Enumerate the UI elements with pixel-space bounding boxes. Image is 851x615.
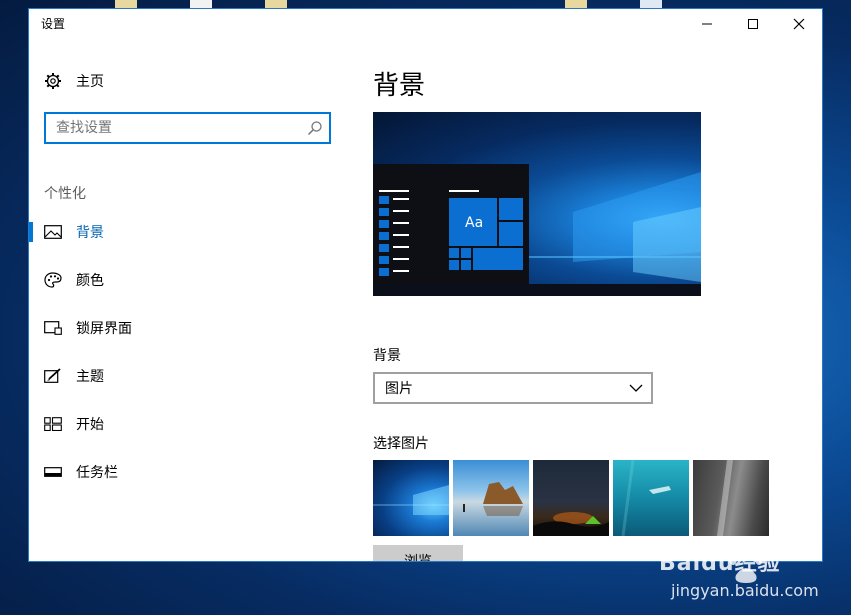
maximize-icon	[748, 19, 758, 29]
taskbar-icon	[44, 464, 62, 480]
window-title: 设置	[41, 17, 66, 31]
picture-thumbnail-rock-cliff[interactable]	[693, 460, 769, 536]
preview-tile-text: Aa	[465, 215, 484, 231]
start-grid-icon	[44, 416, 62, 432]
search-icon[interactable]	[307, 120, 323, 136]
desktop-icon[interactable]	[115, 0, 137, 8]
minimize-icon	[702, 23, 712, 25]
sidebar-item-taskbar[interactable]: 任务栏	[29, 452, 349, 492]
page-title: 背景	[373, 71, 426, 101]
sidebar-item-label: 任务栏	[76, 465, 118, 481]
theme-brush-icon	[44, 368, 62, 384]
desktop-icon[interactable]	[565, 0, 587, 8]
sidebar-item-colors[interactable]: 颜色	[29, 260, 349, 300]
search-box[interactable]	[44, 112, 331, 144]
watermark-url: jingyan.baidu.com	[671, 581, 819, 600]
section-label-personalization: 个性化	[44, 186, 86, 202]
picture-icon	[44, 224, 62, 240]
sidebar-item-label: 主题	[76, 369, 104, 385]
palette-icon	[44, 272, 62, 288]
search-input[interactable]	[54, 114, 298, 142]
sidebar-item-themes[interactable]: 主题	[29, 356, 349, 396]
dropdown-value: 图片	[385, 381, 413, 397]
maximize-button[interactable]	[730, 9, 776, 39]
sidebar-item-lock-screen[interactable]: 锁屏界面	[29, 308, 349, 348]
home-link[interactable]: 主页	[44, 71, 104, 91]
sidebar-item-background[interactable]: 背景	[29, 212, 349, 252]
sidebar-item-label: 背景	[76, 225, 104, 241]
picture-thumbnail-night-sky[interactable]	[533, 460, 609, 536]
desktop-icon[interactable]	[265, 0, 287, 8]
sidebar: 主页 个性化 背景 颜色 锁屏界面	[29, 39, 349, 561]
picture-thumbnail-underwater[interactable]	[613, 460, 689, 536]
home-label: 主页	[76, 74, 104, 90]
title-bar[interactable]: 设置	[29, 9, 822, 39]
picture-thumbnails	[373, 460, 769, 536]
sidebar-item-start[interactable]: 开始	[29, 404, 349, 444]
close-icon	[793, 18, 805, 30]
preview-taskbar	[373, 284, 701, 296]
main-content: 背景 Aa 背景 图片 选择图片 浏览	[373, 39, 822, 561]
gear-icon	[45, 73, 61, 89]
sidebar-item-label: 锁屏界面	[76, 321, 132, 337]
chevron-down-icon	[629, 384, 643, 392]
picture-thumbnail-windows[interactable]	[373, 460, 449, 536]
settings-window: 设置 主页 查找设置 个性化 背景 颜色 锁屏界面 主题 开始 任务栏 背景 A…	[28, 8, 823, 562]
preview-start-menu: Aa	[373, 164, 529, 284]
picture-thumbnail-beach-rocks[interactable]	[453, 460, 529, 536]
background-label: 背景	[373, 348, 401, 364]
background-preview: Aa	[373, 112, 701, 296]
sidebar-item-label: 颜色	[76, 273, 104, 289]
close-button[interactable]	[776, 9, 822, 39]
choose-picture-label: 选择图片	[373, 436, 429, 452]
browse-button[interactable]: 浏览	[373, 545, 463, 561]
minimize-button[interactable]	[684, 9, 730, 39]
desktop-icon[interactable]	[640, 0, 662, 8]
desktop-icon[interactable]	[190, 0, 212, 8]
background-type-dropdown[interactable]: 图片	[373, 372, 653, 404]
lock-screen-icon	[44, 320, 62, 336]
sidebar-item-label: 开始	[76, 417, 104, 433]
